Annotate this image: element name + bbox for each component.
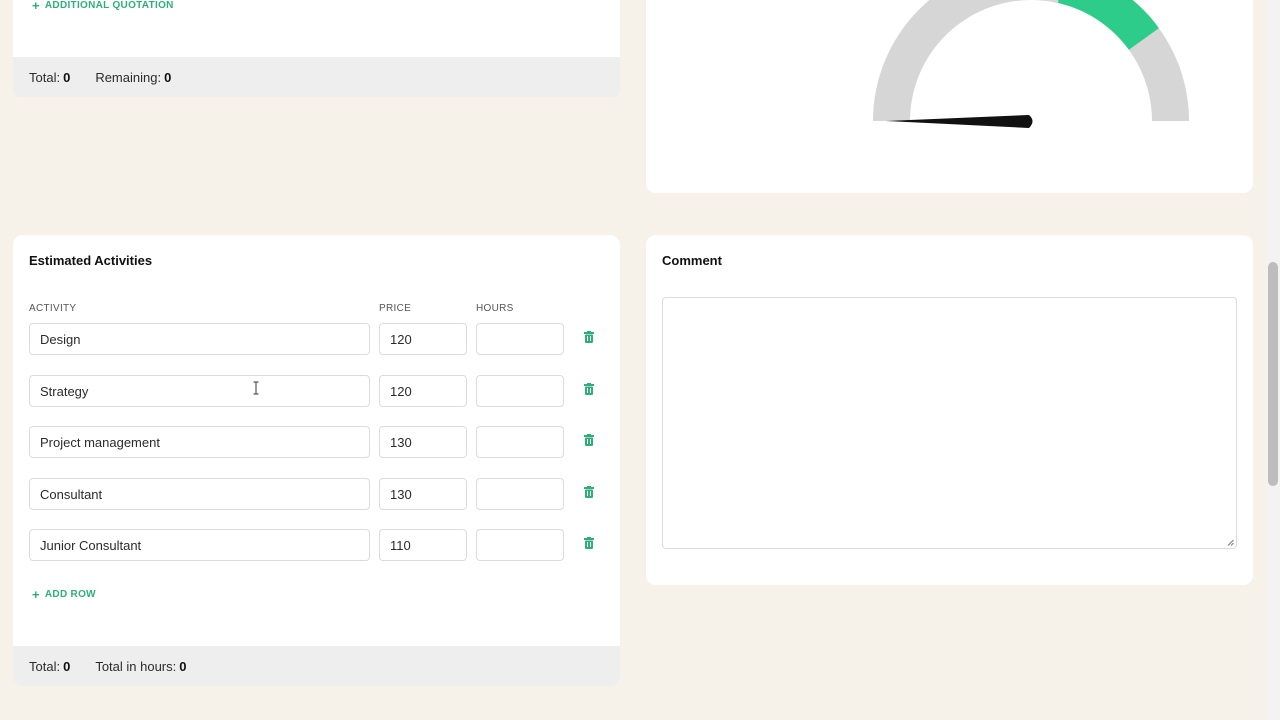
- activity-name-input[interactable]: Strategy: [29, 375, 370, 407]
- activity-price-input[interactable]: 120: [379, 323, 467, 355]
- trash-icon[interactable]: [584, 486, 594, 498]
- trash-icon[interactable]: [584, 383, 594, 395]
- activity-hours-input[interactable]: [476, 478, 564, 510]
- activity-hours-input[interactable]: [476, 529, 564, 561]
- additional-quotation-label: ADDITIONAL QUOTATION: [44, 0, 174, 11]
- resize-handle-icon[interactable]: [1227, 539, 1234, 546]
- activities-total-label: Total:: [29, 658, 61, 674]
- budget-gauge: [873, 0, 1189, 128]
- activities-total-hours-value: 0: [179, 658, 187, 674]
- add-row-label: ADD ROW: [44, 589, 96, 600]
- trash-icon[interactable]: [584, 434, 594, 446]
- additional-quotation-button[interactable]: + ADDITIONAL QUOTATION: [32, 0, 174, 13]
- estimated-activities-title: Estimated Activities: [29, 253, 153, 268]
- activities-total-hours-label: Total in hours:: [95, 658, 177, 674]
- quotation-remaining: Remaining: 0: [95, 70, 171, 85]
- text-cursor-icon: [253, 381, 259, 395]
- quotation-summary-bar: Total: 0 Remaining: 0: [13, 57, 620, 97]
- add-row-button[interactable]: + ADD ROW: [32, 586, 96, 602]
- activity-hours-input[interactable]: [476, 426, 564, 458]
- trash-icon[interactable]: [584, 331, 594, 343]
- quotation-total: Total: 0: [29, 70, 70, 85]
- activity-price-input[interactable]: 130: [379, 426, 467, 458]
- activity-name-input[interactable]: Design: [29, 323, 370, 355]
- estimated-activities-card: Estimated Activities ACTIVITY PRICE HOUR…: [13, 235, 620, 686]
- quotation-total-value: 0: [63, 69, 71, 85]
- activity-price-input[interactable]: 130: [379, 478, 467, 510]
- comment-textarea[interactable]: [662, 297, 1237, 549]
- quotation-card: + ADDITIONAL QUOTATION Total: 0 Remainin…: [13, 0, 620, 97]
- comment-title: Comment: [662, 253, 722, 268]
- activity-hours-input[interactable]: [476, 375, 564, 407]
- comment-card: Comment: [646, 235, 1253, 585]
- plus-icon: +: [32, 0, 40, 13]
- activities-total-value: 0: [63, 658, 71, 674]
- activity-name-input[interactable]: Consultant: [29, 478, 370, 510]
- activity-column-header: ACTIVITY: [29, 303, 77, 314]
- quotation-remaining-value: 0: [164, 69, 172, 85]
- activities-total: Total: 0: [29, 659, 70, 674]
- plus-icon: +: [32, 586, 40, 602]
- price-column-header: PRICE: [379, 303, 412, 314]
- activities-summary-bar: Total: 0 Total in hours: 0: [13, 646, 620, 686]
- activity-price-input[interactable]: 110: [379, 529, 467, 561]
- activities-total-hours: Total in hours: 0: [95, 659, 186, 674]
- quotation-total-label: Total:: [29, 69, 61, 85]
- trash-icon[interactable]: [584, 537, 594, 549]
- quotation-remaining-label: Remaining:: [95, 69, 162, 85]
- activity-hours-input[interactable]: [476, 323, 564, 355]
- scrollbar-thumb[interactable]: [1268, 262, 1278, 486]
- page: + ADDITIONAL QUOTATION Total: 0 Remainin…: [0, 0, 1280, 720]
- activity-name-input[interactable]: Project management: [29, 426, 370, 458]
- hours-column-header: HOURS: [476, 303, 514, 314]
- activity-name-input[interactable]: Junior Consultant: [29, 529, 370, 561]
- vertical-scrollbar[interactable]: [1266, 0, 1280, 720]
- activity-price-input[interactable]: 120: [379, 375, 467, 407]
